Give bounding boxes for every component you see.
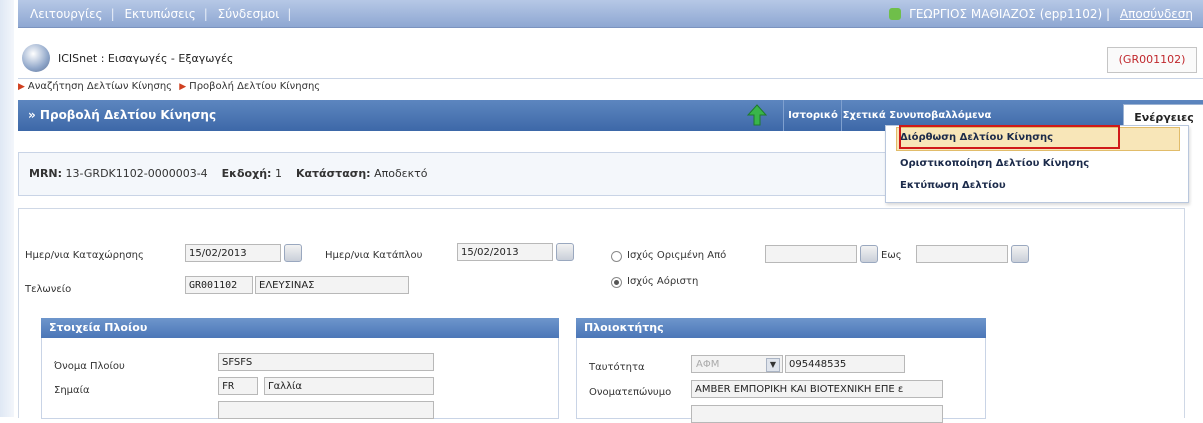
issue-label: Εκδοχή:: [221, 167, 272, 180]
status-label: Κατάσταση:: [295, 167, 371, 180]
document-summary: MRN: 13-GRDK1102-0000003-4 Εκδοχή: 1 Κατ…: [29, 167, 427, 180]
owner-id-type-select[interactable]: ΑΦΜ ▼: [691, 355, 783, 373]
app-header: ICISnet : Εισαγωγές - Εξαγωγές (GR001102…: [18, 40, 1203, 79]
action-print-document[interactable]: Εκτύπωση Δελτίου: [900, 177, 1006, 195]
owner-section: Ταυτότητα ΑΦΜ ▼ 095448535 Ονοματεπώνυμο …: [576, 338, 986, 423]
mrn-value: 13-GRDK1102-0000003-4: [65, 167, 208, 180]
top-menu-bar: Λειτουργίες | Εκτυπώσεις | Σύνδεσμοι | ΓΕΩΡ…: [18, 0, 1203, 28]
panel-title: » Προβολή Δελτίου Κίνησης: [28, 108, 217, 122]
validity-from-label: Ισχύς Οριςμένη Από: [627, 250, 727, 261]
menu-prints[interactable]: Εκτυπώσεις: [124, 7, 195, 21]
app-title: ICISnet : Εισαγωγές - Εξαγωγές: [58, 52, 234, 65]
validity-to-calendar-icon[interactable]: [1011, 245, 1029, 263]
owner-section-header: Πλοιοκτήτης: [576, 318, 986, 338]
office-code-badge: (GR001102): [1107, 47, 1197, 73]
office-code-field: GR001102: [185, 276, 253, 294]
berth-date-label: Ημερ/νια Κατάπλου: [325, 250, 423, 261]
up-arrow-icon[interactable]: [746, 104, 768, 126]
action-finalize-document[interactable]: Οριστικοποίηση Δελτίου Κίνησης: [900, 155, 1089, 173]
form-panel: Ημερ/νια Καταχώρησης 15/02/2013 Ημερ/νια…: [18, 208, 1185, 423]
berth-date-calendar-icon[interactable]: [556, 243, 574, 261]
validity-from-field[interactable]: [765, 245, 857, 263]
validity-indefinite-label: Ισχύς Αόριστη: [627, 276, 699, 287]
owner-name-label: Ονοματεπώνυμο: [589, 387, 672, 398]
owner-id-field[interactable]: 095448535: [785, 355, 905, 373]
ship-name-label: Όνομα Πλοίου: [54, 361, 125, 372]
validity-indefinite-radio[interactable]: [611, 277, 622, 288]
owner-name-field: AMBER ΕΜΠΟΡΙΚΗ ΚΑΙ ΒΙΟΤΕΧΝΙΚΗ ΕΠΕ ε: [691, 380, 943, 398]
status-value: Αποδεκτό: [374, 167, 428, 180]
logout-link[interactable]: Αποσύνδεση: [1120, 7, 1193, 21]
office-name-field: ΕΛΕΥΣΙΝΑΣ: [255, 276, 409, 294]
validity-from-calendar-icon[interactable]: [860, 245, 878, 263]
user-name: ΓΕΩΡΓΙΟΣ ΜΑΘΙΑΖΟΣ (epp1102): [909, 7, 1103, 21]
validity-defined-radio[interactable]: [611, 251, 622, 262]
main-menu: Λειτουργίες | Εκτυπώσεις | Σύνδεσμοι |: [30, 7, 292, 21]
validity-to-field[interactable]: [916, 245, 1008, 263]
owner-id-label: Ταυτότητα: [589, 362, 645, 373]
ship-field-partial: [218, 401, 434, 419]
breadcrumb-view[interactable]: Προβολή Δελτίου Κίνησης: [189, 81, 320, 92]
tab-history[interactable]: Ιστορικό: [783, 100, 842, 131]
breadcrumb-search[interactable]: Αναζήτηση Δελτίων Κίνησης: [28, 81, 172, 92]
reg-date-label: Ημερ/νια Καταχώρησης: [25, 250, 144, 261]
ship-section: Όνομα Πλοίου SFSFS Σημαία FR Γαλλία: [41, 338, 559, 419]
reg-date-calendar-icon[interactable]: [284, 244, 302, 262]
flag-label: Σημαία: [54, 385, 90, 396]
ship-name-field: SFSFS: [218, 353, 434, 371]
chevron-down-icon: ▼: [766, 358, 780, 372]
breadcrumb: ▶ Αναζήτηση Δελτίων Κίνησης ▶ Προβολή Δελτ…: [18, 81, 321, 92]
mrn-label: MRN:: [29, 167, 63, 180]
reg-date-field[interactable]: 15/02/2013: [185, 244, 281, 262]
ship-section-header: Στοιχεία Πλοίου: [41, 318, 559, 338]
highlight-box: [899, 125, 1120, 149]
left-strip: [0, 0, 14, 417]
office-label: Τελωνείο: [25, 284, 72, 295]
menu-functions[interactable]: Λειτουργίες: [30, 7, 103, 21]
menu-links[interactable]: Σύνδεσμοι: [218, 7, 280, 21]
icisnet-logo: [22, 44, 50, 72]
flag-name-field: Γαλλία: [264, 377, 434, 395]
flag-code-field: FR: [218, 377, 258, 395]
user-icon: [889, 8, 902, 20]
issue-value: 1: [274, 167, 282, 180]
validity-to-label: Εως: [881, 250, 902, 261]
berth-date-field[interactable]: 15/02/2013: [457, 243, 553, 261]
owner-field-partial: [691, 405, 943, 423]
user-info: ΓΕΩΡΓΙΟΣ ΜΑΘΙΑΖΟΣ (epp1102) | Αποσύνδεση: [889, 7, 1193, 21]
